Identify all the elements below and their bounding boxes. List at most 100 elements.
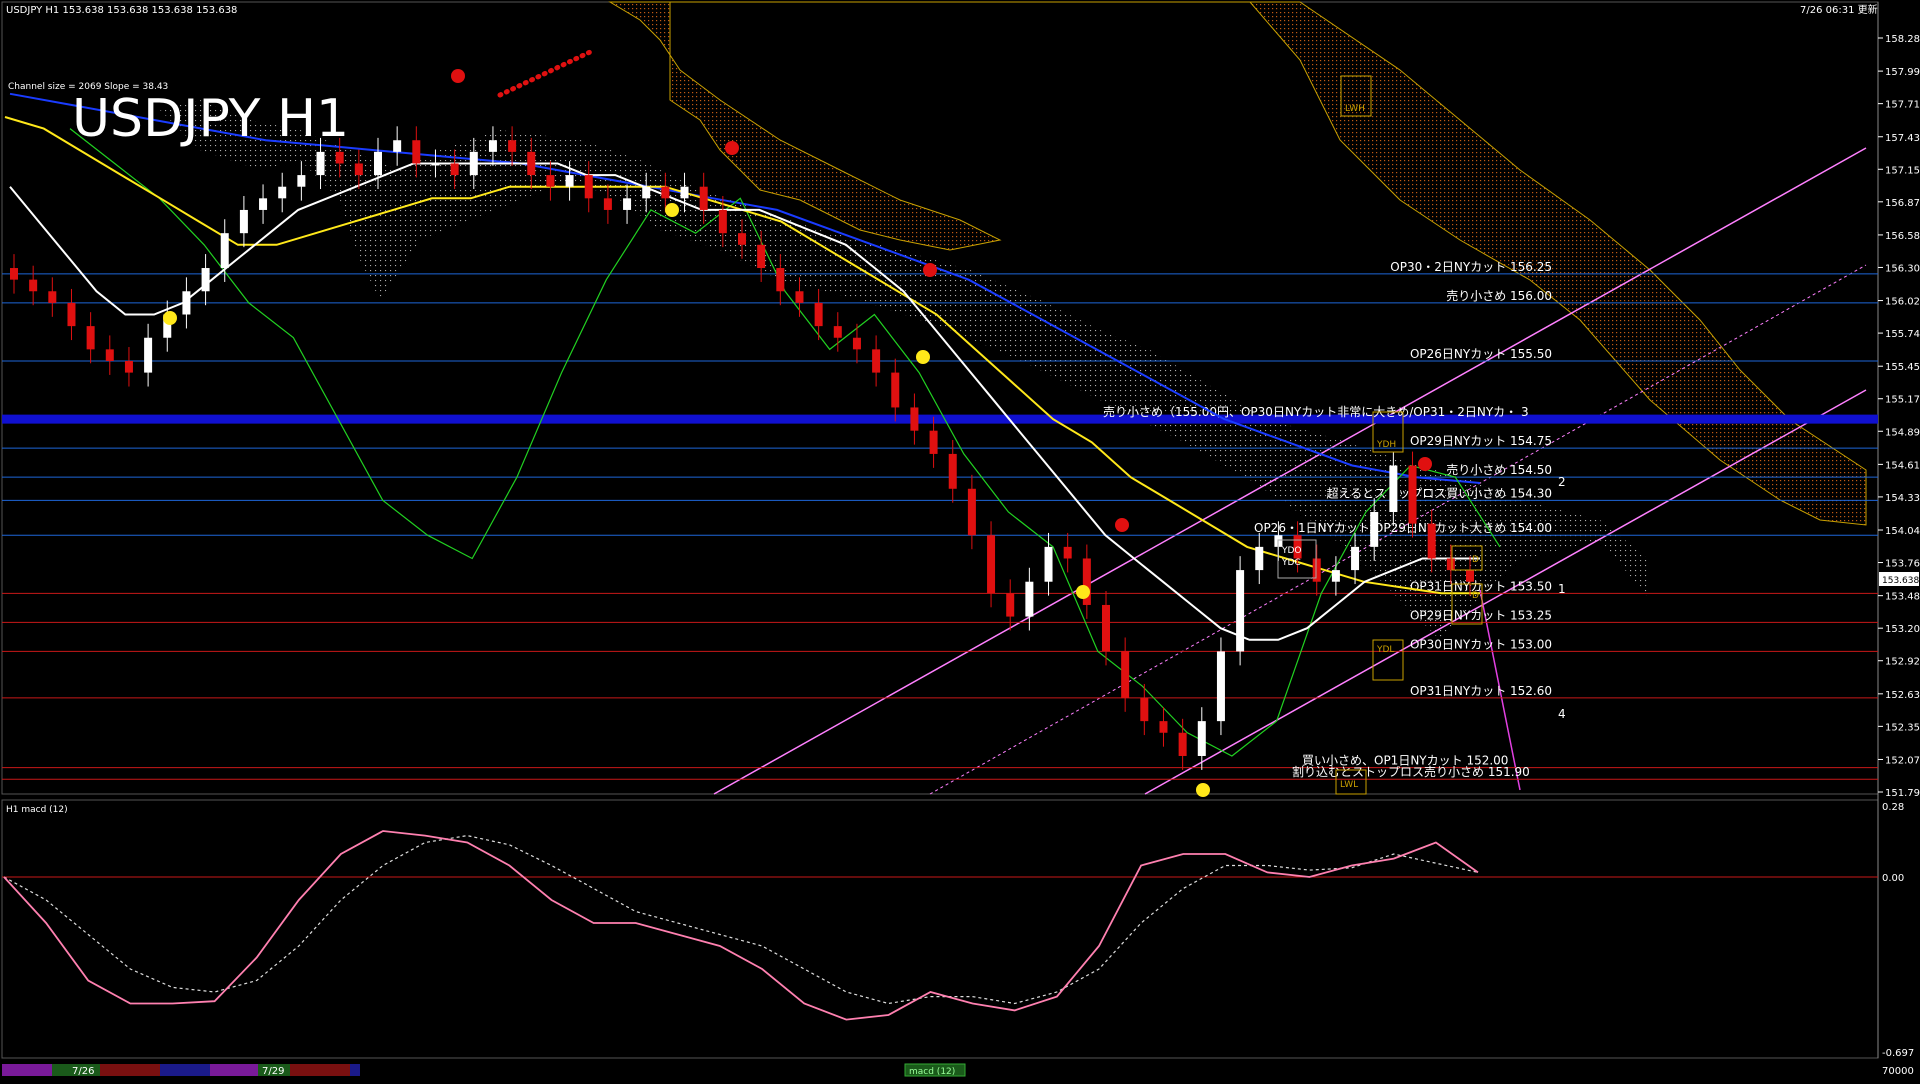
- bearish-candle: [1466, 570, 1474, 582]
- macd-pane-frame: [1, 799, 1879, 1059]
- trading-chart-window: OP30・2日NYカット 156.25 売り小さめ 156.00 OP26日NYカッ…: [0, 0, 1920, 1080]
- price-axis-tick: 152.355: [1885, 722, 1920, 733]
- side-number: 1: [1558, 582, 1566, 596]
- session-bar: [160, 1064, 210, 1076]
- bullish-candle: [393, 140, 402, 152]
- bearish-candle: [1121, 651, 1130, 698]
- bullish-candle: [201, 268, 210, 292]
- bullish-candle: [1389, 465, 1398, 513]
- level-label: 超えるとストップロス買い小さめ 154.30: [1327, 485, 1552, 500]
- buy-signal-marker: [1196, 783, 1210, 797]
- bearish-candle: [450, 163, 459, 176]
- bearish-candle: [699, 186, 708, 210]
- bearish-candle: [527, 151, 536, 176]
- bullish-candle: [642, 186, 651, 199]
- bearish-candle: [948, 453, 957, 489]
- bearish-candle: [1408, 465, 1417, 524]
- level-label: OP30日NYカット 153.00: [1410, 637, 1552, 651]
- bearish-candle: [661, 186, 670, 199]
- bearish-candle: [508, 140, 517, 152]
- bullish-candle: [623, 198, 632, 210]
- bullish-candle: [316, 151, 325, 176]
- buy-signal-marker: [916, 350, 930, 364]
- price-axis-tick: 152.070: [1885, 755, 1920, 766]
- price-axis-tick: 154.045: [1885, 526, 1920, 537]
- price-axis-tick: 156.305: [1885, 263, 1920, 274]
- price-axis-tick: 151.790: [1885, 788, 1920, 799]
- box-label: YDC: [1281, 558, 1301, 568]
- macd-axis-tick: -0.697: [1882, 1048, 1914, 1059]
- indicator-scroll-tab-label: macd (12): [909, 1067, 955, 1077]
- bearish-candle: [1102, 604, 1110, 652]
- bearish-candle: [354, 163, 363, 176]
- sell-signal-marker: [1115, 518, 1129, 532]
- buy-signal-marker: [163, 311, 177, 325]
- bearish-candle: [852, 337, 861, 350]
- macd-line: [3, 830, 1479, 1021]
- bearish-candle: [1178, 732, 1187, 756]
- bearish-candle: [29, 279, 38, 292]
- bullish-candle: [1197, 721, 1206, 756]
- update-time: 7/26 06:31 更新: [1800, 3, 1878, 16]
- date-label: 7/29: [262, 1066, 284, 1077]
- session-bar: [2, 1064, 52, 1076]
- price-chart[interactable]: OP30・2日NYカット 156.25 売り小さめ 156.00 OP26日NYカッ…: [0, 0, 1920, 1080]
- price-axis-tick: 156.020: [1885, 297, 1920, 308]
- level-label: OP29日NYカット 153.25: [1410, 608, 1552, 622]
- bullish-candle: [1216, 651, 1225, 722]
- bullish-candle: [565, 175, 574, 187]
- level-label: OP31日NYカット 152.60: [1410, 684, 1552, 698]
- box-label: LWH: [1345, 104, 1365, 114]
- bearish-candle: [86, 326, 95, 350]
- sell-signal-marker: [923, 263, 937, 277]
- bearish-candle: [929, 430, 938, 454]
- time-axis: 7/26 7/29 macd (12) 70000: [2, 1063, 1914, 1077]
- bearish-candle: [1006, 593, 1015, 617]
- level-label: 売り小さめ（155.00円、OP30日NYカット非常に大きめ/OP31・2日NY…: [1103, 404, 1529, 419]
- session-bar: [290, 1064, 350, 1076]
- bearish-candle: [1063, 546, 1072, 559]
- bearish-candle: [105, 349, 114, 361]
- price-axis-tick: 158.280: [1885, 34, 1920, 45]
- sell-signal-marker: [725, 141, 739, 155]
- bearish-candle: [776, 268, 785, 292]
- bullish-candle: [431, 163, 440, 166]
- buy-signal-marker: [665, 203, 679, 217]
- bearish-candle: [603, 198, 612, 210]
- level-label: OP26・1日NYカット/OP29日NYカット大きめ 154.00: [1254, 521, 1552, 535]
- bearish-candle: [757, 244, 766, 269]
- bearish-candle: [412, 140, 421, 164]
- box-label: YDL: [1376, 645, 1394, 655]
- level-label: OP30・2日NYカット 156.25: [1390, 260, 1552, 274]
- bullish-candle: [1331, 570, 1340, 582]
- bullish-candle: [278, 186, 287, 199]
- bearish-candle: [67, 302, 76, 327]
- box-label: YDO: [1281, 546, 1302, 556]
- price-axis-tick: 153.200: [1885, 624, 1920, 635]
- bearish-candle: [584, 175, 593, 199]
- bearish-candle: [1140, 697, 1149, 722]
- bearish-candle: [124, 360, 133, 373]
- bullish-candle: [1351, 546, 1360, 571]
- bullish-candle: [220, 233, 229, 269]
- box-label: YDH: [1376, 440, 1396, 450]
- bullish-candle: [1025, 581, 1034, 617]
- bearish-candle: [967, 488, 976, 536]
- bearish-candle: [718, 209, 727, 234]
- bullish-candle: [1236, 570, 1245, 652]
- bearish-candle: [546, 175, 555, 187]
- price-axis-tick: 154.610: [1885, 460, 1920, 471]
- price-axis-tick: 156.870: [1885, 198, 1920, 209]
- bearish-candle: [1446, 558, 1455, 571]
- sell-signal-marker: [451, 69, 465, 83]
- bottom-right-label: 70000: [1882, 1066, 1914, 1077]
- bearish-candle: [910, 407, 919, 431]
- bearish-candle: [795, 291, 804, 303]
- bearish-candle: [10, 268, 18, 280]
- side-number: 4: [1558, 707, 1566, 721]
- level-label: OP26日NYカット 155.50: [1410, 347, 1552, 361]
- window-title: USDJPY H1 153.638 153.638 153.638 153.63…: [6, 5, 237, 16]
- macd-axis-tick: 0.00: [1882, 873, 1904, 884]
- price-axis-tick: 154.330: [1885, 493, 1920, 504]
- chart-big-title: USDJPY H1: [72, 89, 349, 149]
